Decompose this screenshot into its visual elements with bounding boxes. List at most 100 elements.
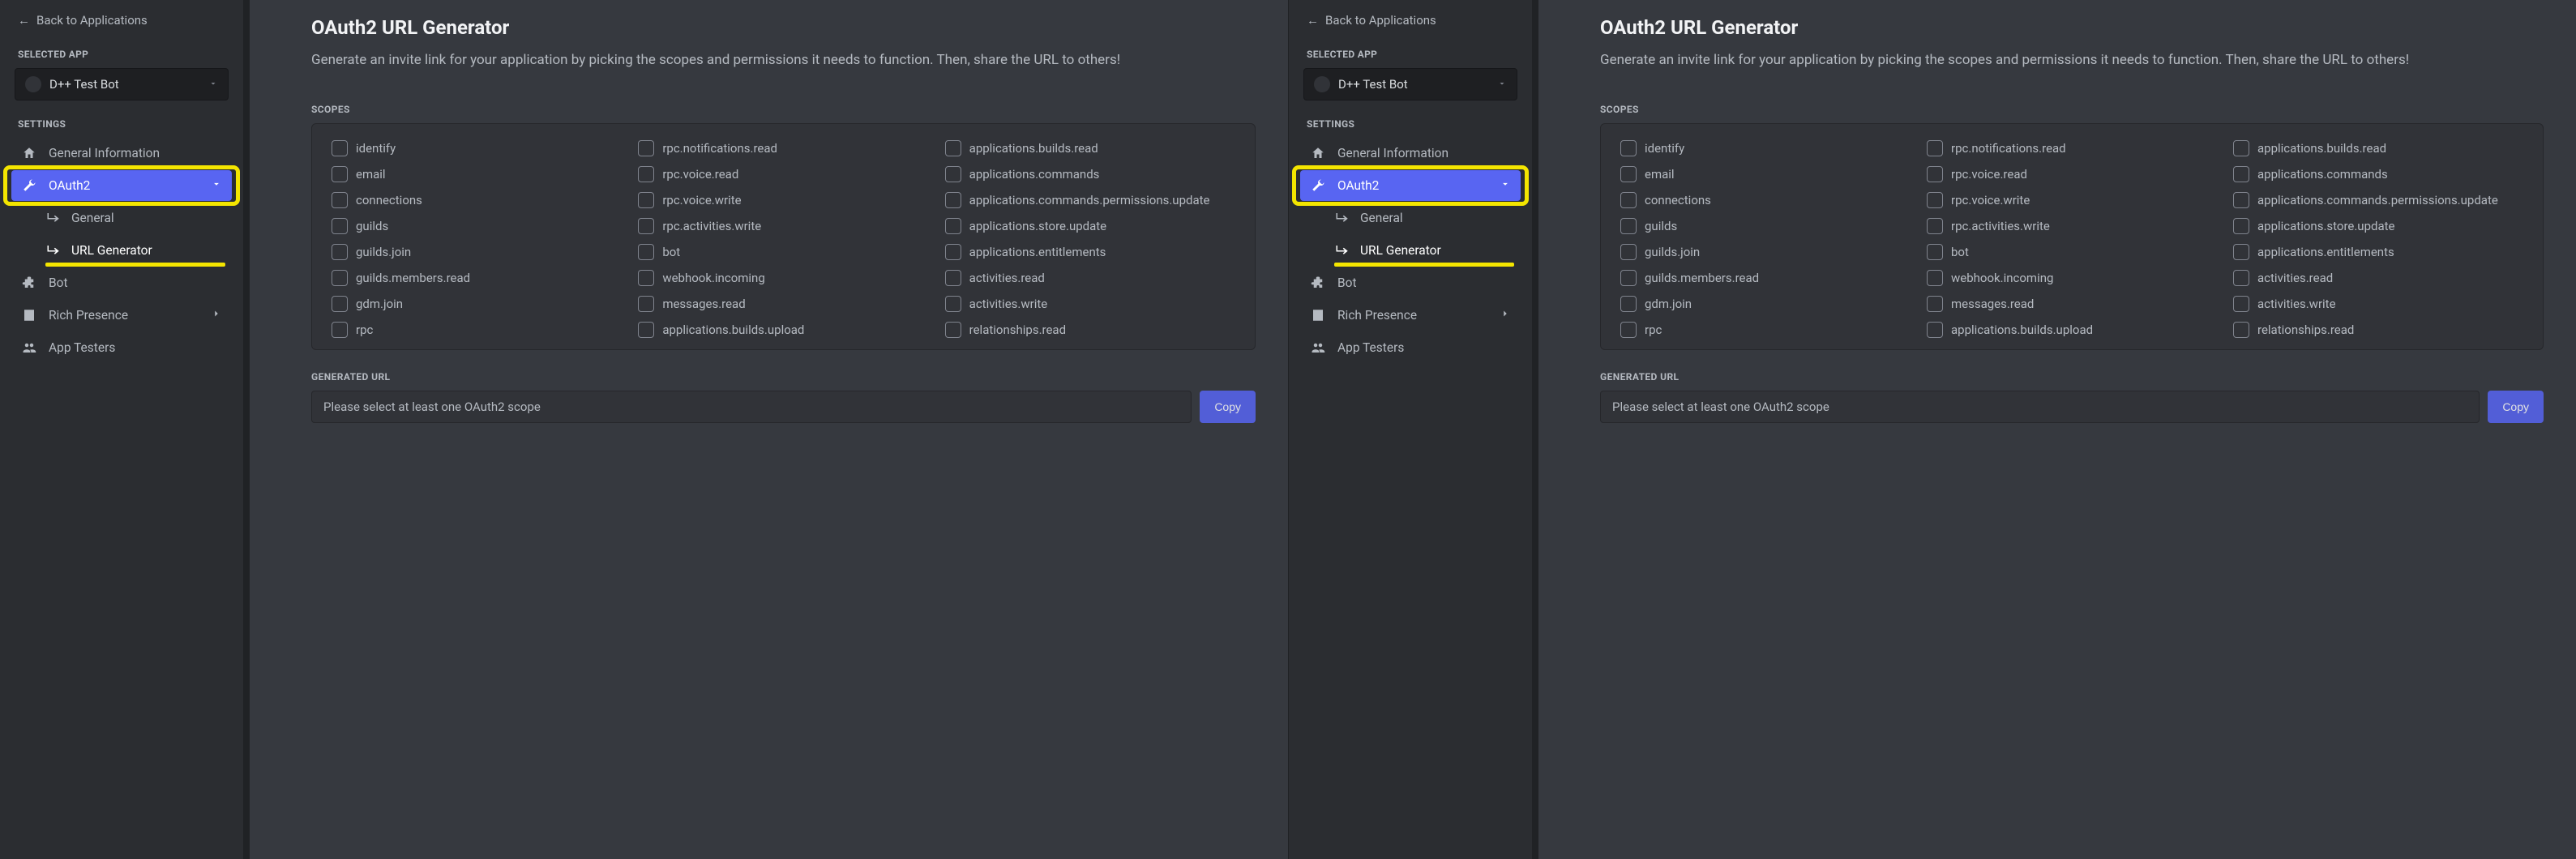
scope-checkbox[interactable]: guilds xyxy=(332,218,622,234)
scope-checkbox[interactable]: rpc xyxy=(1620,322,1911,338)
sidebar-scroll-gutter xyxy=(1532,0,1538,859)
scopes-label: SCOPES xyxy=(311,104,1256,115)
scope-checkbox[interactable]: rpc.voice.write xyxy=(1927,192,2217,208)
scope-checkbox[interactable]: identify xyxy=(1620,140,1911,156)
scope-label: rpc.notifications.read xyxy=(1951,141,2066,156)
scope-checkbox[interactable]: identify xyxy=(332,140,622,156)
copy-button[interactable]: Copy xyxy=(1200,391,1256,423)
scope-checkbox[interactable]: rpc.activities.write xyxy=(1927,218,2217,234)
scope-checkbox[interactable]: activities.read xyxy=(2233,270,2523,286)
checkbox-icon xyxy=(1620,322,1637,338)
scope-label: rpc.voice.write xyxy=(1951,193,2030,207)
scope-checkbox[interactable]: applications.builds.upload xyxy=(638,322,928,338)
scope-checkbox[interactable]: rpc.voice.read xyxy=(638,166,928,182)
scope-label: applications.entitlements xyxy=(969,245,1106,259)
scope-checkbox[interactable]: relationships.read xyxy=(2233,322,2523,338)
scope-checkbox[interactable]: guilds.join xyxy=(332,244,622,260)
scope-checkbox[interactable]: relationships.read xyxy=(945,322,1235,338)
scope-label: messages.read xyxy=(662,297,745,311)
scope-checkbox[interactable]: applications.commands xyxy=(2233,166,2523,182)
scope-checkbox[interactable]: guilds.join xyxy=(1620,244,1911,260)
scope-checkbox[interactable]: activities.read xyxy=(945,270,1235,286)
scope-checkbox[interactable]: applications.commands xyxy=(945,166,1235,182)
sidebar-item-rich-presence[interactable]: Rich Presence xyxy=(1300,300,1521,331)
scope-checkbox[interactable]: guilds.members.read xyxy=(1620,270,1911,286)
scope-label: rpc xyxy=(1645,323,1662,337)
checkbox-icon xyxy=(2233,166,2249,182)
scope-checkbox[interactable]: rpc.notifications.read xyxy=(1927,140,2217,156)
scope-label: rpc.activities.write xyxy=(1951,219,2050,233)
checkbox-icon xyxy=(638,322,654,338)
sidebar-sub-oauth2-url-generator[interactable]: URL Generator xyxy=(1300,235,1521,266)
scope-label: webhook.incoming xyxy=(662,271,764,285)
scope-checkbox[interactable]: applications.entitlements xyxy=(945,244,1235,260)
scope-checkbox[interactable]: bot xyxy=(638,244,928,260)
sidebar-sub-oauth2-url-generator[interactable]: URL Generator xyxy=(11,235,232,266)
checkbox-icon xyxy=(2233,218,2249,234)
scope-checkbox[interactable]: connections xyxy=(1620,192,1911,208)
back-to-applications-link[interactable]: ← Back to Applications xyxy=(1295,8,1525,36)
scope-checkbox[interactable]: guilds xyxy=(1620,218,1911,234)
scope-checkbox[interactable]: applications.builds.read xyxy=(2233,140,2523,156)
sidebar-item-app-testers[interactable]: App Testers xyxy=(1300,332,1521,363)
scope-checkbox[interactable]: gdm.join xyxy=(1620,296,1911,312)
scope-checkbox[interactable]: gdm.join xyxy=(332,296,622,312)
scope-checkbox[interactable]: rpc.voice.read xyxy=(1927,166,2217,182)
scope-checkbox[interactable]: webhook.incoming xyxy=(1927,270,2217,286)
scope-checkbox[interactable]: applications.commands.permissions.update xyxy=(945,192,1235,208)
scope-checkbox[interactable]: rpc.activities.write xyxy=(638,218,928,234)
scope-checkbox[interactable]: activities.write xyxy=(945,296,1235,312)
scope-checkbox[interactable]: applications.store.update xyxy=(2233,218,2523,234)
sidebar-item-label: General xyxy=(71,211,114,225)
highlight-box xyxy=(1292,165,1529,206)
sidebar-sub-oauth2-general[interactable]: General xyxy=(1300,203,1521,233)
sidebar-item-bot[interactable]: Bot xyxy=(11,267,232,298)
scope-checkbox[interactable]: applications.builds.upload xyxy=(1927,322,2217,338)
scope-checkbox[interactable]: rpc.notifications.read xyxy=(638,140,928,156)
scope-checkbox[interactable]: applications.commands.permissions.update xyxy=(2233,192,2523,208)
sidebar-item-oauth2[interactable]: OAuth2 xyxy=(1300,170,1521,201)
scope-label: activities.write xyxy=(969,297,1048,311)
scope-checkbox[interactable]: messages.read xyxy=(638,296,928,312)
sidebar-item-app-testers[interactable]: App Testers xyxy=(11,332,232,363)
scope-label: rpc.voice.read xyxy=(662,167,738,182)
scope-checkbox[interactable]: guilds.members.read xyxy=(332,270,622,286)
sidebar-item-rich-presence[interactable]: Rich Presence xyxy=(11,300,232,331)
chevron-down-icon xyxy=(1500,178,1511,193)
sidebar-item-general-information[interactable]: General Information xyxy=(1300,138,1521,169)
sidebar: ← Back to Applications SELECTED APP D++ … xyxy=(1289,0,1532,859)
scope-checkbox[interactable]: connections xyxy=(332,192,622,208)
scopes-panel: identify rpc.notifications.read applicatio… xyxy=(1600,123,2544,350)
scope-checkbox[interactable]: bot xyxy=(1927,244,2217,260)
sidebar-sub-oauth2-general[interactable]: General xyxy=(11,203,232,233)
sidebar-item-oauth2[interactable]: OAuth2 xyxy=(11,170,232,201)
generated-url-field[interactable]: Please select at least one OAuth2 scope xyxy=(311,391,1192,423)
sidebar-item-bot[interactable]: Bot xyxy=(1300,267,1521,298)
scope-checkbox[interactable]: rpc.voice.write xyxy=(638,192,928,208)
scope-checkbox[interactable]: email xyxy=(1620,166,1911,182)
sidebar-item-label: URL Generator xyxy=(1360,243,1441,258)
scope-checkbox[interactable]: webhook.incoming xyxy=(638,270,928,286)
scope-label: email xyxy=(356,167,386,182)
scope-checkbox[interactable]: applications.entitlements xyxy=(2233,244,2523,260)
sidebar-item-general-information[interactable]: General Information xyxy=(11,138,232,169)
checkbox-icon xyxy=(1620,192,1637,208)
checkbox-icon xyxy=(2233,270,2249,286)
scope-label: rpc xyxy=(356,323,373,337)
sidebar-item-label: Bot xyxy=(1337,276,1357,290)
copy-button[interactable]: Copy xyxy=(2488,391,2544,423)
scope-checkbox[interactable]: activities.write xyxy=(2233,296,2523,312)
main-content: OAuth2 URL Generator Generate an invite … xyxy=(250,0,1288,859)
app-selector[interactable]: D++ Test Bot xyxy=(1303,68,1517,100)
generated-url-field[interactable]: Please select at least one OAuth2 scope xyxy=(1600,391,2480,423)
chevron-right-icon xyxy=(1500,308,1511,323)
scope-checkbox[interactable]: applications.store.update xyxy=(945,218,1235,234)
scope-checkbox[interactable]: applications.builds.read xyxy=(945,140,1235,156)
chevron-down-icon xyxy=(1497,77,1507,92)
scope-checkbox[interactable]: email xyxy=(332,166,622,182)
generated-url-label: GENERATED URL xyxy=(1600,371,2544,382)
scope-checkbox[interactable]: rpc xyxy=(332,322,622,338)
back-to-applications-link[interactable]: ← Back to Applications xyxy=(6,8,237,36)
app-selector[interactable]: D++ Test Bot xyxy=(15,68,229,100)
scope-checkbox[interactable]: messages.read xyxy=(1927,296,2217,312)
